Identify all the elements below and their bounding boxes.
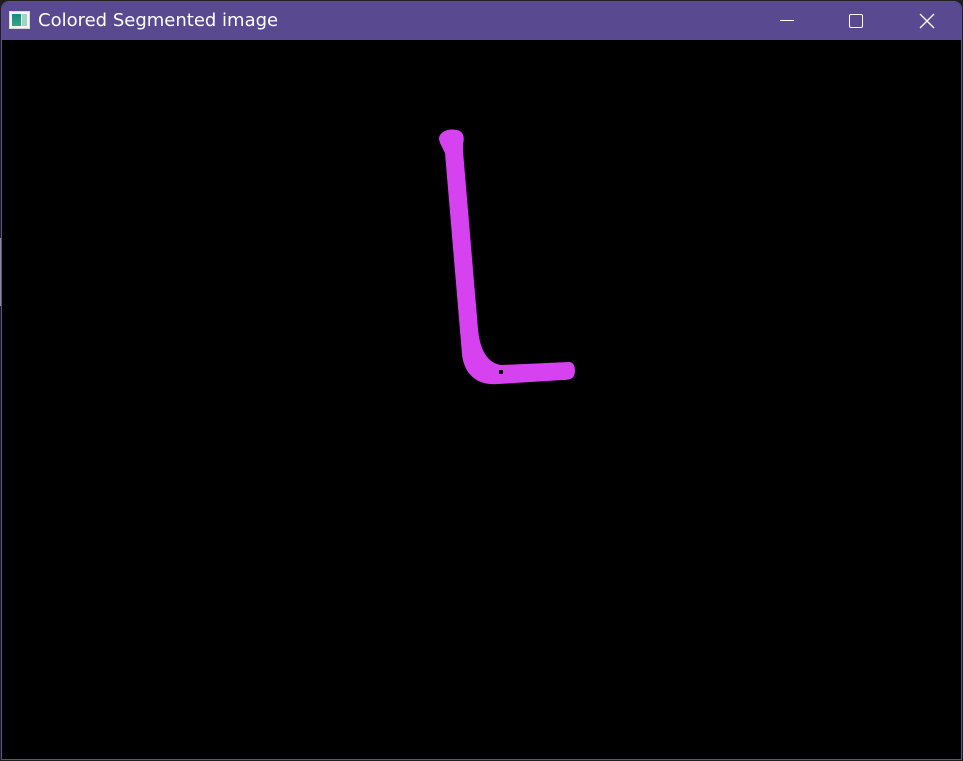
window-controls [751, 2, 961, 40]
window-app-icon [9, 11, 30, 29]
maximize-icon [849, 14, 863, 28]
app-icon-left-pane [12, 14, 21, 26]
window-title: Colored Segmented image [38, 10, 279, 31]
minimize-icon [780, 20, 794, 21]
titlebar[interactable]: Colored Segmented image [2, 2, 961, 40]
image-background [2, 40, 961, 759]
close-icon [919, 13, 935, 29]
image-window: Colored Segmented image [1, 1, 962, 760]
segment-hole [499, 370, 503, 374]
minimize-button[interactable] [751, 2, 821, 40]
app-icon-right-pane [22, 14, 27, 26]
image-canvas[interactable] [2, 40, 961, 759]
segment-top-blob [449, 134, 453, 138]
close-button[interactable] [891, 2, 961, 40]
maximize-button[interactable] [821, 2, 891, 40]
segmented-image-svg [2, 40, 961, 759]
segment-top-blob-right [454, 132, 460, 136]
